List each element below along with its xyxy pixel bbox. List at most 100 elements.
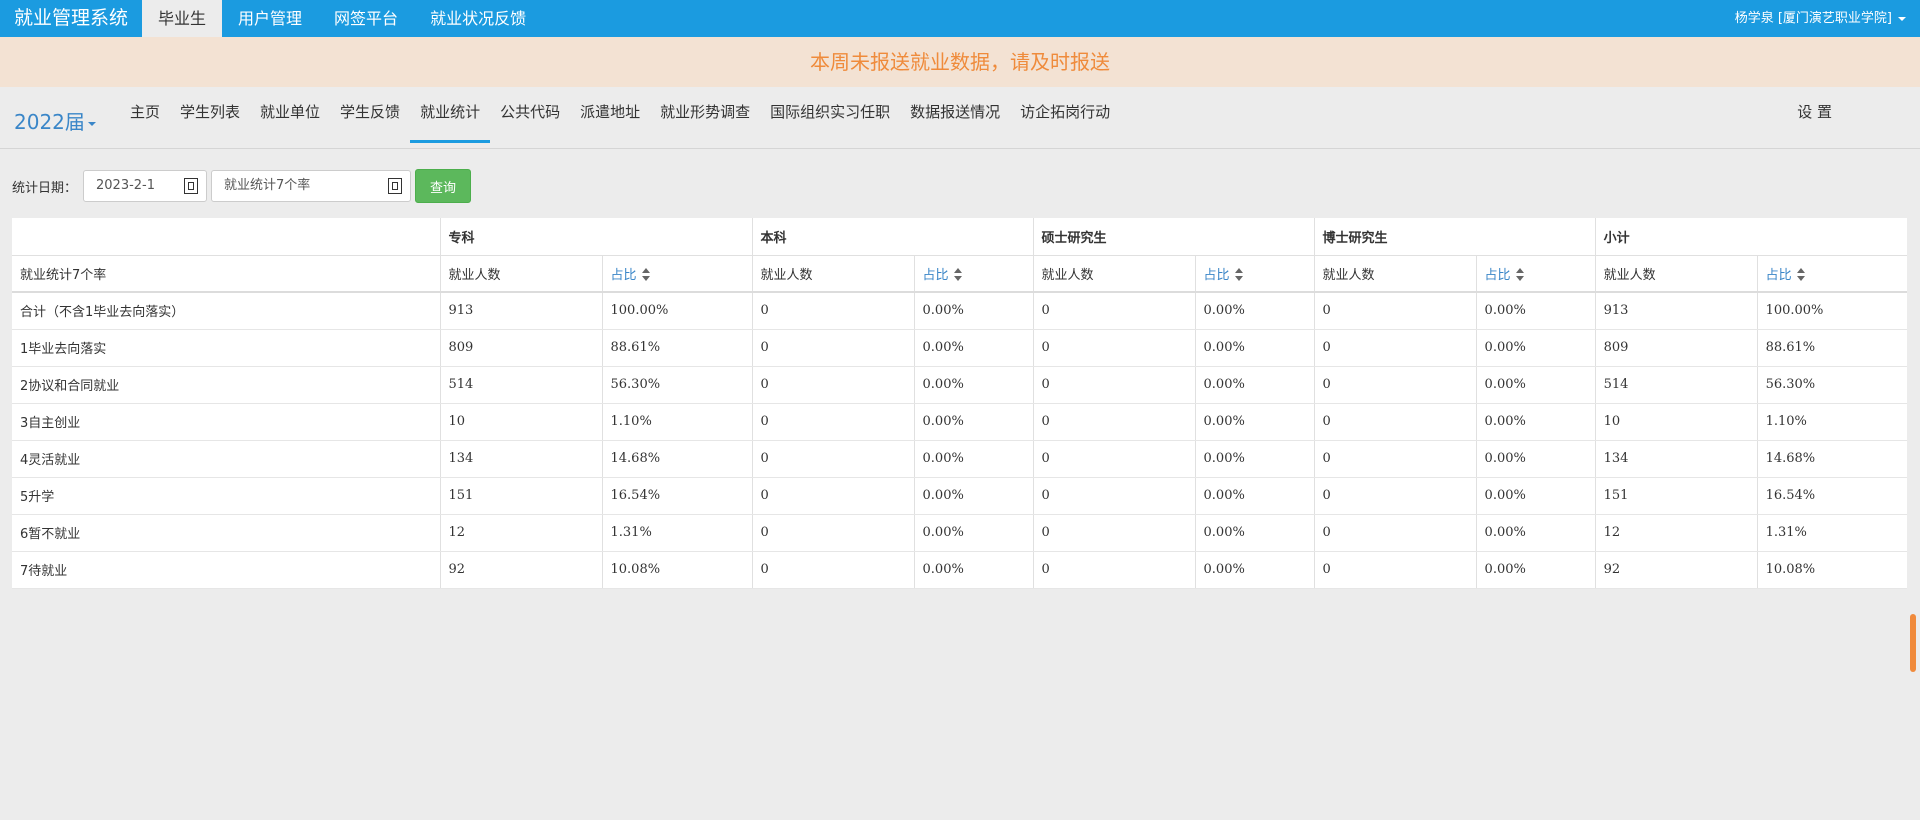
stats-table: 专科 本科 硕士研究生 博士研究生 小计 就业统计7个率 就业人数 占比 就业人… <box>12 218 1908 589</box>
ratio-cell: 0.00% <box>913 477 1034 515</box>
subnav-employment-stats[interactable]: 就业统计 <box>410 87 491 143</box>
row-header-label: 就业统计7个率 <box>12 255 440 293</box>
col-ratio-sortable[interactable]: 占比 <box>913 255 1034 293</box>
col-employed-count: 就业人数 <box>751 255 915 293</box>
employed-count-cell: 151 <box>439 477 602 515</box>
subnav-intl-internship[interactable]: 国际组织实习任职 <box>760 87 900 148</box>
top-nav-online-signing[interactable]: 网签平台 <box>318 0 414 37</box>
year-label: 2022届 <box>14 110 85 134</box>
group-header-bachelor: 本科 <box>751 218 1034 256</box>
subnav-data-report-status[interactable]: 数据报送情况 <box>900 87 1010 148</box>
ratio-cell: 0.00% <box>913 329 1034 367</box>
employed-count-cell: 0 <box>1313 477 1477 515</box>
sort-icon[interactable] <box>1234 267 1244 283</box>
col-employed-count: 就业人数 <box>1313 255 1477 293</box>
col-ratio-sortable[interactable]: 占比 <box>1756 255 1908 293</box>
ratio-cell: 88.61% <box>601 329 753 367</box>
subnav-home[interactable]: 主页 <box>120 87 170 148</box>
top-nav: 毕业生 用户管理 网签平台 就业状况反馈 <box>142 0 542 37</box>
employed-count-cell: 92 <box>439 551 602 589</box>
calendar-icon[interactable] <box>388 178 403 194</box>
sort-icon[interactable] <box>1796 267 1806 283</box>
employed-count-cell: 0 <box>1313 366 1477 404</box>
app-brand[interactable]: 就业管理系统 <box>0 0 142 37</box>
col-employed-count: 就业人数 <box>1032 255 1196 293</box>
group-header-doctor: 博士研究生 <box>1313 218 1596 256</box>
subnav-student-list[interactable]: 学生列表 <box>170 87 250 148</box>
ratio-cell: 1.10% <box>1756 403 1908 441</box>
group-header-master: 硕士研究生 <box>1032 218 1315 256</box>
ratio-cell: 0.00% <box>913 366 1034 404</box>
employed-count-cell: 0 <box>1313 440 1477 478</box>
employed-count-cell: 0 <box>1313 292 1477 330</box>
ratio-cell: 0.00% <box>1475 477 1596 515</box>
col-ratio-sortable[interactable]: 占比 <box>1194 255 1315 293</box>
employed-count-cell: 913 <box>439 292 602 330</box>
ratio-cell: 88.61% <box>1756 329 1908 367</box>
stat-type-select[interactable]: 就业统计7个率 <box>211 170 412 202</box>
calendar-icon[interactable] <box>184 178 199 194</box>
employed-count-cell: 0 <box>1313 551 1477 589</box>
ratio-cell: 14.68% <box>601 440 753 478</box>
chevron-down-icon <box>1898 16 1906 21</box>
ratio-cell: 56.30% <box>601 366 753 404</box>
employed-count-cell: 0 <box>1032 551 1196 589</box>
subnav-dispatch-address[interactable]: 派遣地址 <box>570 87 650 148</box>
subnav-public-codes[interactable]: 公共代码 <box>490 87 570 148</box>
table-row: 7待就业 92 10.08% 0 0.00% 0 0.00% 0 0.00% 92 10.08% <box>12 551 1908 589</box>
sort-icon[interactable] <box>953 267 963 283</box>
ratio-cell: 0.00% <box>913 403 1034 441</box>
ratio-cell: 10.08% <box>601 551 753 589</box>
ratio-cell: 16.54% <box>601 477 753 515</box>
table-row: 合计（不含1毕业去向落实） 913 100.00% 0 0.00% 0 0.00% 0 0.00… <box>12 292 1908 330</box>
employed-count-cell: 0 <box>751 292 915 330</box>
top-nav-employment-feedback[interactable]: 就业状况反馈 <box>414 0 542 37</box>
sort-icon[interactable] <box>1515 267 1525 283</box>
ratio-cell: 0.00% <box>913 440 1034 478</box>
ratio-cell: 1.10% <box>601 403 753 441</box>
user-menu[interactable]: 杨学泉 [厦门演艺职业学院] <box>1735 0 1906 37</box>
ratio-cell: 0.00% <box>1475 329 1596 367</box>
sub-navbar: 2022届 主页 学生列表 就业单位 学生反馈 就业统计 公共代码 派遣地址 就… <box>0 87 1920 149</box>
employed-count-cell: 0 <box>1032 514 1196 552</box>
subnav-student-feedback[interactable]: 学生反馈 <box>330 87 410 148</box>
col-ratio-sortable[interactable]: 占比 <box>1475 255 1596 293</box>
top-nav-graduates[interactable]: 毕业生 <box>142 0 223 37</box>
employed-count-cell: 809 <box>1594 329 1758 367</box>
table-row: 4灵活就业 134 14.68% 0 0.00% 0 0.00% 0 0.00% 134 14.68… <box>12 440 1908 478</box>
settings-link[interactable]: 设 置 <box>1797 87 1832 138</box>
employed-count-cell: 0 <box>751 329 915 367</box>
scrollbar-thumb[interactable] <box>1910 614 1916 672</box>
query-button[interactable]: 查询 <box>415 169 472 203</box>
subnav-visit-enterprises[interactable]: 访企拓岗行动 <box>1010 87 1120 148</box>
chevron-down-icon <box>87 121 96 126</box>
employed-count-cell: 0 <box>1032 292 1196 330</box>
employed-count-cell: 0 <box>1032 329 1196 367</box>
date-input[interactable]: 2023-2-1 <box>83 170 208 202</box>
ratio-cell: 0.00% <box>1475 551 1596 589</box>
employed-count-cell: 514 <box>439 366 602 404</box>
employed-count-cell: 809 <box>439 329 602 367</box>
ratio-cell: 0.00% <box>1194 440 1315 478</box>
year-selector[interactable]: 2022届 <box>14 106 96 135</box>
employed-count-cell: 0 <box>751 551 915 589</box>
employed-count-cell: 134 <box>1594 440 1758 478</box>
ratio-cell: 1.31% <box>1756 514 1908 552</box>
ratio-cell: 0.00% <box>1475 292 1596 330</box>
ratio-cell: 56.30% <box>1756 366 1908 404</box>
col-ratio-label: 占比 <box>1484 267 1511 283</box>
subnav-employers[interactable]: 就业单位 <box>250 87 330 148</box>
ratio-cell: 100.00% <box>1756 292 1908 330</box>
group-header-subtotal: 小计 <box>1594 218 1908 256</box>
ratio-cell: 0.00% <box>1194 292 1315 330</box>
col-ratio-label: 占比 <box>1765 267 1792 283</box>
subnav-employment-survey[interactable]: 就业形势调查 <box>650 87 760 148</box>
top-nav-user-management[interactable]: 用户管理 <box>222 0 318 37</box>
sort-icon[interactable] <box>641 267 651 283</box>
row-label: 3自主创业 <box>12 403 440 441</box>
col-ratio-sortable[interactable]: 占比 <box>601 255 753 293</box>
employed-count-cell: 0 <box>1032 403 1196 441</box>
employed-count-cell: 0 <box>751 366 915 404</box>
table-row: 5升学 151 16.54% 0 0.00% 0 0.00% 0 0.00% 151 16.54% <box>12 477 1908 515</box>
filter-bar: 统计日期： 2023-2-1 就业统计7个率 查询 <box>12 169 472 203</box>
